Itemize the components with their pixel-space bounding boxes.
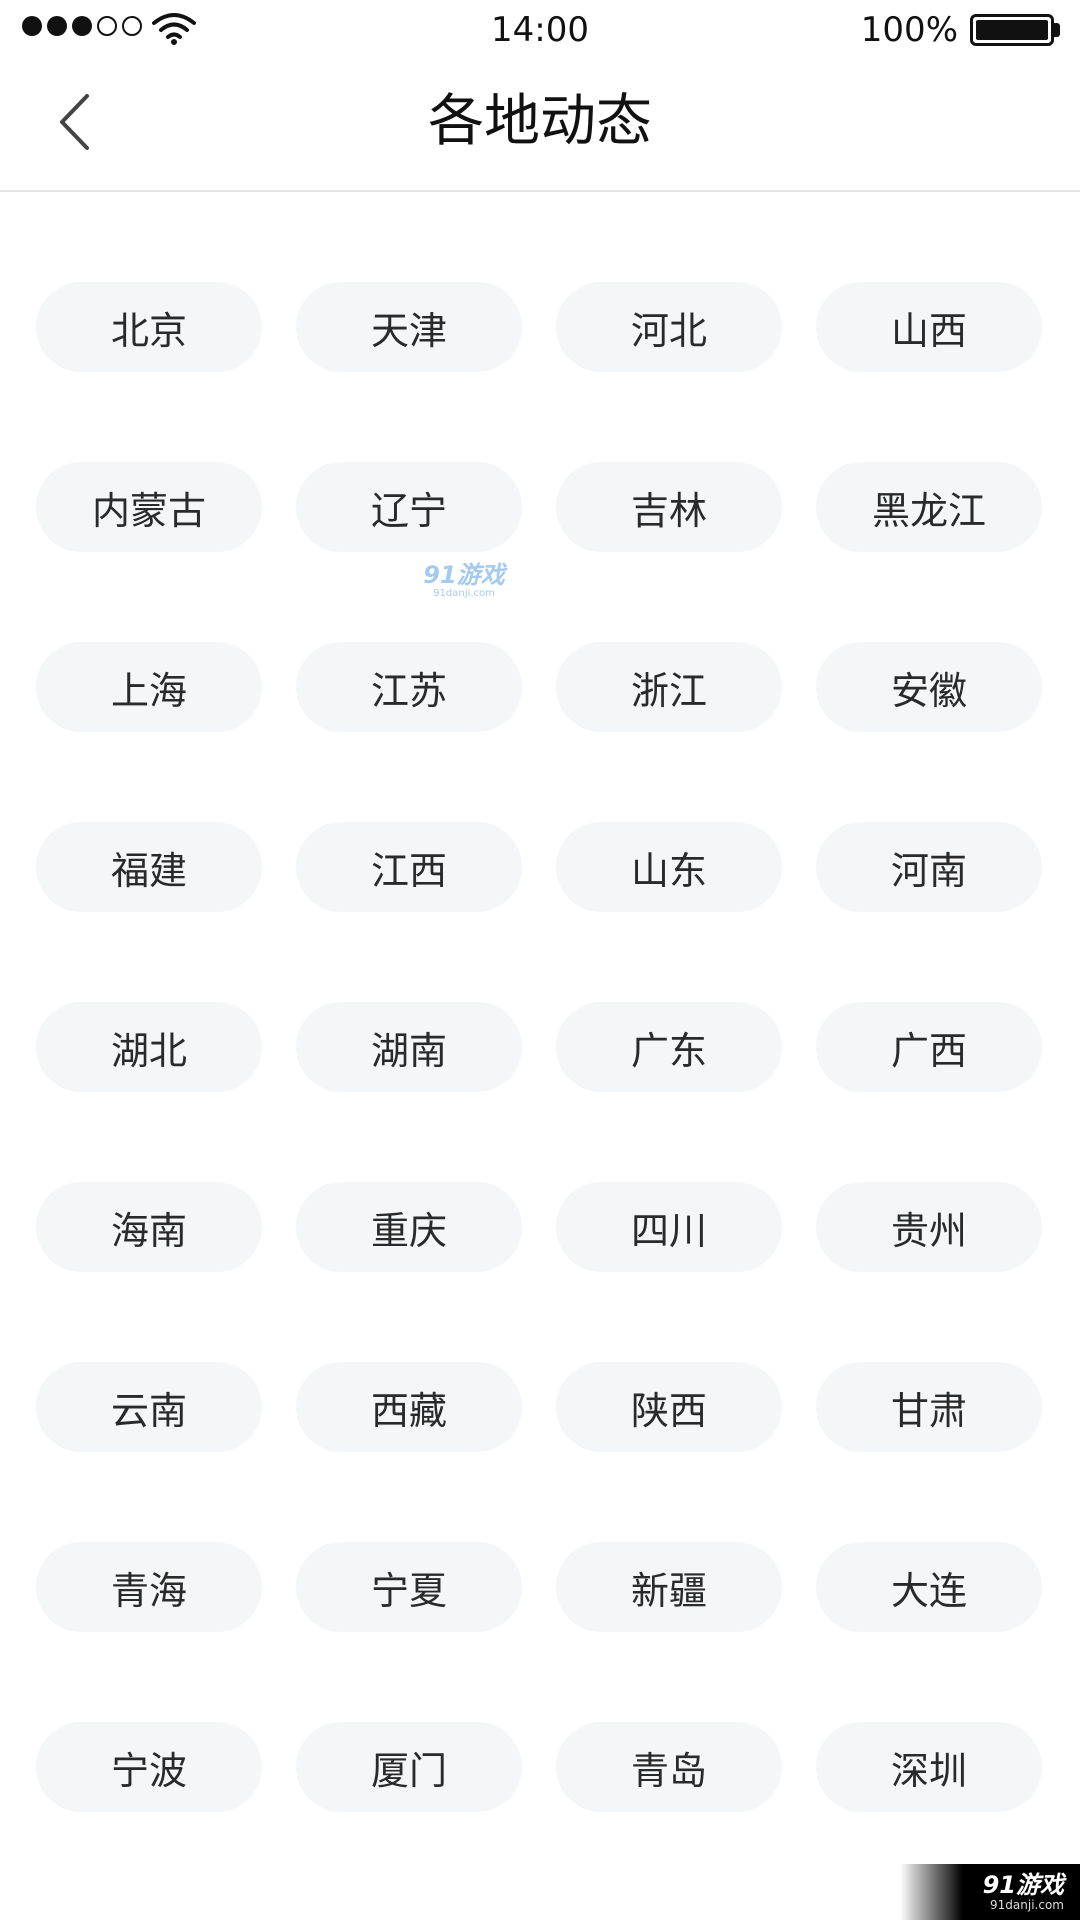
region-chip[interactable]: 海南 — [36, 1182, 262, 1272]
region-chip[interactable]: 山西 — [816, 282, 1042, 372]
region-chip[interactable]: 青海 — [36, 1542, 262, 1632]
region-chip[interactable]: 四川 — [556, 1182, 782, 1272]
region-chip[interactable]: 辽宁 — [296, 462, 522, 552]
watermark-corner-text: 91游戏 — [982, 1871, 1064, 1899]
region-chip[interactable]: 厦门 — [296, 1722, 522, 1812]
region-chip[interactable]: 天津 — [296, 282, 522, 372]
status-bar: 14:00 100% — [0, 0, 1080, 60]
region-chip[interactable]: 湖北 — [36, 1002, 262, 1092]
region-chip[interactable]: 广东 — [556, 1002, 782, 1092]
region-chip[interactable]: 河北 — [556, 282, 782, 372]
region-chip[interactable]: 山东 — [556, 822, 782, 912]
region-chip[interactable]: 福建 — [36, 822, 262, 912]
region-chip[interactable]: 江西 — [296, 822, 522, 912]
battery-cap — [1054, 23, 1060, 37]
region-chip[interactable]: 浙江 — [556, 642, 782, 732]
region-chip[interactable]: 黑龙江 — [816, 462, 1042, 552]
watermark-url: 91danji.com — [433, 588, 495, 599]
region-chip[interactable]: 江苏 — [296, 642, 522, 732]
region-chip[interactable]: 深圳 — [816, 1722, 1042, 1812]
region-chip[interactable]: 宁波 — [36, 1722, 262, 1812]
watermark-logo: 91游戏 91danji.com — [414, 562, 514, 604]
region-chip[interactable]: 北京 — [36, 282, 262, 372]
region-chip[interactable]: 西藏 — [296, 1362, 522, 1452]
page-title: 各地动态 — [428, 89, 652, 154]
region-chip[interactable]: 上海 — [36, 642, 262, 732]
battery-icon — [970, 14, 1054, 46]
region-chip[interactable]: 广西 — [816, 1002, 1042, 1092]
region-chip[interactable]: 陕西 — [556, 1362, 782, 1452]
region-chip[interactable]: 内蒙古 — [36, 462, 262, 552]
region-chip[interactable]: 甘肃 — [816, 1362, 1042, 1452]
screen: 14:00 100% 各地动态 北京 天津 河北 山西内蒙古 辽宁 吉林 黑龙江上海 江苏 浙江… — [0, 0, 1080, 1920]
region-chip[interactable]: 湖南 — [296, 1002, 522, 1092]
region-chip[interactable]: 新疆 — [556, 1542, 782, 1632]
battery-fill — [976, 20, 1048, 40]
region-chip[interactable]: 青岛 — [556, 1722, 782, 1812]
region-chip[interactable]: 安徽 — [816, 642, 1042, 732]
region-chip[interactable]: 重庆 — [296, 1182, 522, 1272]
nav-bar: 各地动态 — [0, 60, 1080, 192]
watermark-text: 91游戏 — [423, 561, 505, 589]
region-chip[interactable]: 贵州 — [816, 1182, 1042, 1272]
region-chip[interactable]: 吉林 — [556, 462, 782, 552]
region-chip[interactable]: 宁夏 — [296, 1542, 522, 1632]
battery-percentage: 100% — [860, 10, 958, 50]
region-chip[interactable]: 大连 — [816, 1542, 1042, 1632]
watermark-corner-logo: 91游戏 91danji.com — [900, 1864, 1080, 1920]
region-chip[interactable]: 云南 — [36, 1362, 262, 1452]
region-grid: 北京 天津 河北 山西内蒙古 辽宁 吉林 黑龙江上海 江苏 浙江 安徽福建 江西 山东 河南湖北 湖南 广东… — [36, 282, 1044, 1812]
watermark-corner-url: 91danji.com — [990, 1898, 1064, 1912]
region-chip[interactable]: 河南 — [816, 822, 1042, 912]
